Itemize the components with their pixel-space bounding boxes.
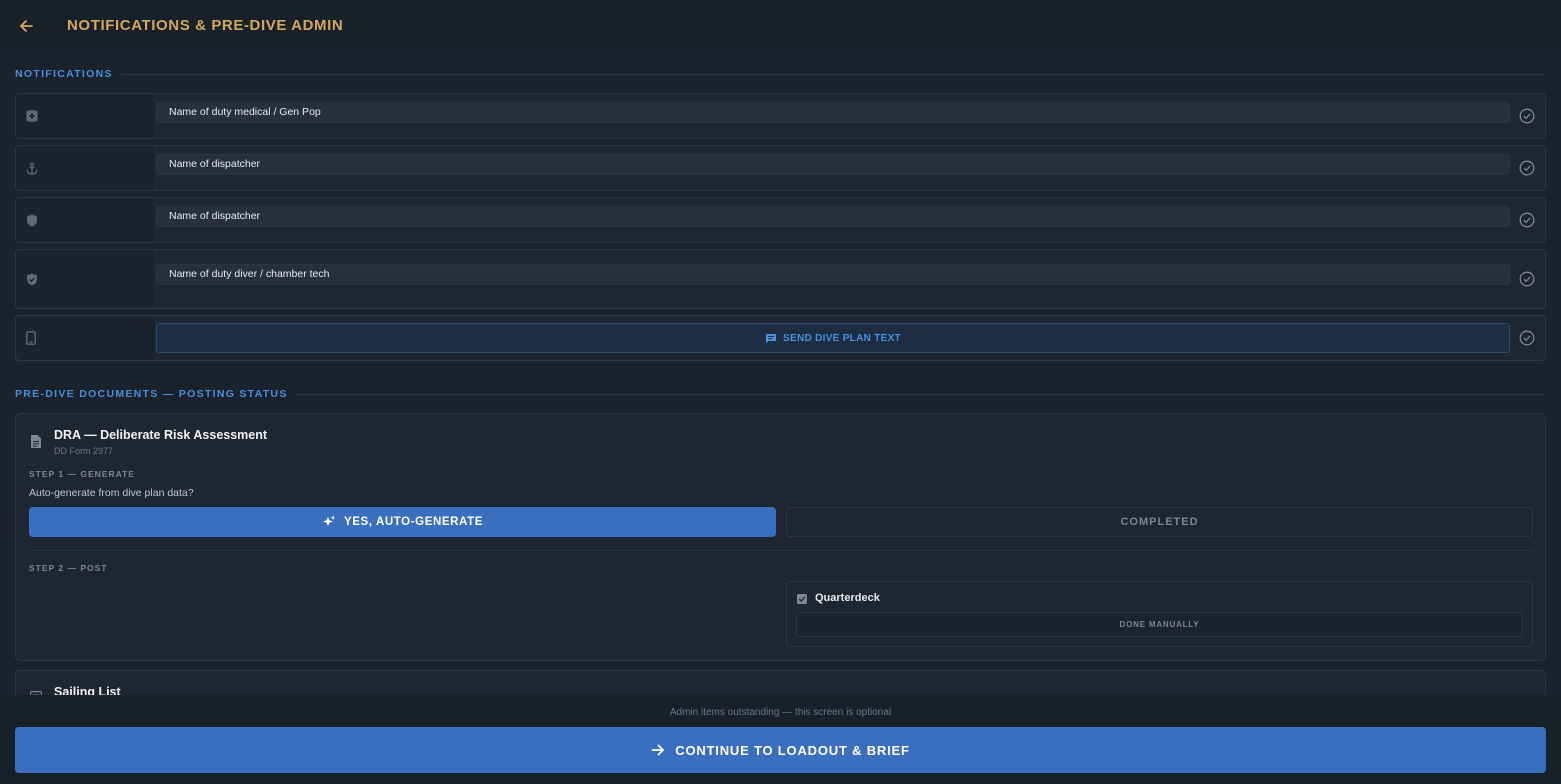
posting-location-card: Quarterdeck DONE MANUALLY [786, 581, 1533, 647]
dra-form-number: DD Form 2977 [54, 446, 114, 456]
send-dive-plan-button[interactable]: SEND DIVE PLAN TEXT [156, 323, 1510, 353]
arrow-left-icon [20, 19, 33, 32]
notification-row-duty-diver: Name of duty diver / chamber tech [15, 249, 1546, 309]
dra-title: DRA — Deliberate Risk Assessment [54, 428, 268, 442]
notification-row-dispatcher-2: Name of dispatcher [15, 197, 1546, 243]
dispatcher-field-2[interactable]: Name of dispatcher [156, 206, 1510, 227]
check-circle-icon[interactable] [1519, 271, 1535, 287]
dispatcher-field[interactable]: Name of dispatcher [156, 154, 1510, 175]
step2-label: STEP 2 — POST [29, 563, 108, 573]
back-button[interactable] [0, 0, 52, 51]
message-icon [766, 333, 777, 343]
page-title: NOTIFICATIONS & PRE-DIVE ADMIN [67, 17, 344, 34]
divider [120, 73, 1546, 75]
shield-icon [27, 214, 37, 226]
check-circle-icon[interactable] [1519, 160, 1535, 176]
duty-medical-field[interactable]: Name of duty medical / Gen Pop [156, 102, 1510, 123]
location-label: Quarterdeck [815, 592, 880, 604]
step1-label: STEP 1 — GENERATE [29, 469, 135, 479]
footer-note: Admin items outstanding — this screen is… [669, 707, 892, 718]
step1-question: Auto-generate from dive plan data? [29, 487, 194, 499]
checkbox-icon[interactable] [797, 594, 807, 604]
dra-document-card: DRA — Deliberate Risk Assessment DD Form… [15, 413, 1546, 661]
sparkle-icon [322, 515, 336, 527]
done-manually-button[interactable]: DONE MANUALLY [796, 612, 1523, 637]
sailing-list-card: Sailing List [15, 670, 1546, 695]
medical-cross-icon [26, 110, 38, 122]
duty-diver-field[interactable]: Name of duty diver / chamber tech [156, 264, 1510, 285]
main-content[interactable]: NOTIFICATIONS Name of duty medical / Gen… [0, 51, 1561, 695]
footer: Admin items outstanding — this screen is… [0, 695, 1561, 784]
anchor-icon [26, 161, 38, 175]
notifications-section-label: NOTIFICATIONS [15, 65, 1546, 83]
sailing-list-title: Sailing List [54, 685, 121, 695]
check-circle-icon[interactable] [1519, 108, 1535, 124]
app-header: NOTIFICATIONS & PRE-DIVE ADMIN [0, 0, 1561, 51]
auto-generate-button[interactable]: YES, AUTO-GENERATE [29, 507, 776, 537]
continue-button[interactable]: CONTINUE TO LOADOUT & BRIEF [15, 727, 1546, 773]
check-circle-icon[interactable] [1519, 330, 1535, 346]
arrow-right-icon [651, 744, 665, 756]
divider [29, 550, 1532, 551]
phone-icon [26, 331, 36, 345]
document-icon [31, 435, 41, 448]
shield-check-icon [27, 273, 37, 285]
divider [295, 393, 1546, 395]
completed-button[interactable]: COMPLETED [786, 507, 1533, 537]
notification-row-dispatcher: Name of dispatcher [15, 145, 1546, 191]
notification-row-send-text: SEND DIVE PLAN TEXT [15, 315, 1546, 361]
documents-section-label: PRE-DIVE DOCUMENTS — POSTING STATUS [15, 385, 1546, 403]
notification-row-medical: Name of duty medical / Gen Pop [15, 93, 1546, 139]
check-circle-icon[interactable] [1519, 212, 1535, 228]
